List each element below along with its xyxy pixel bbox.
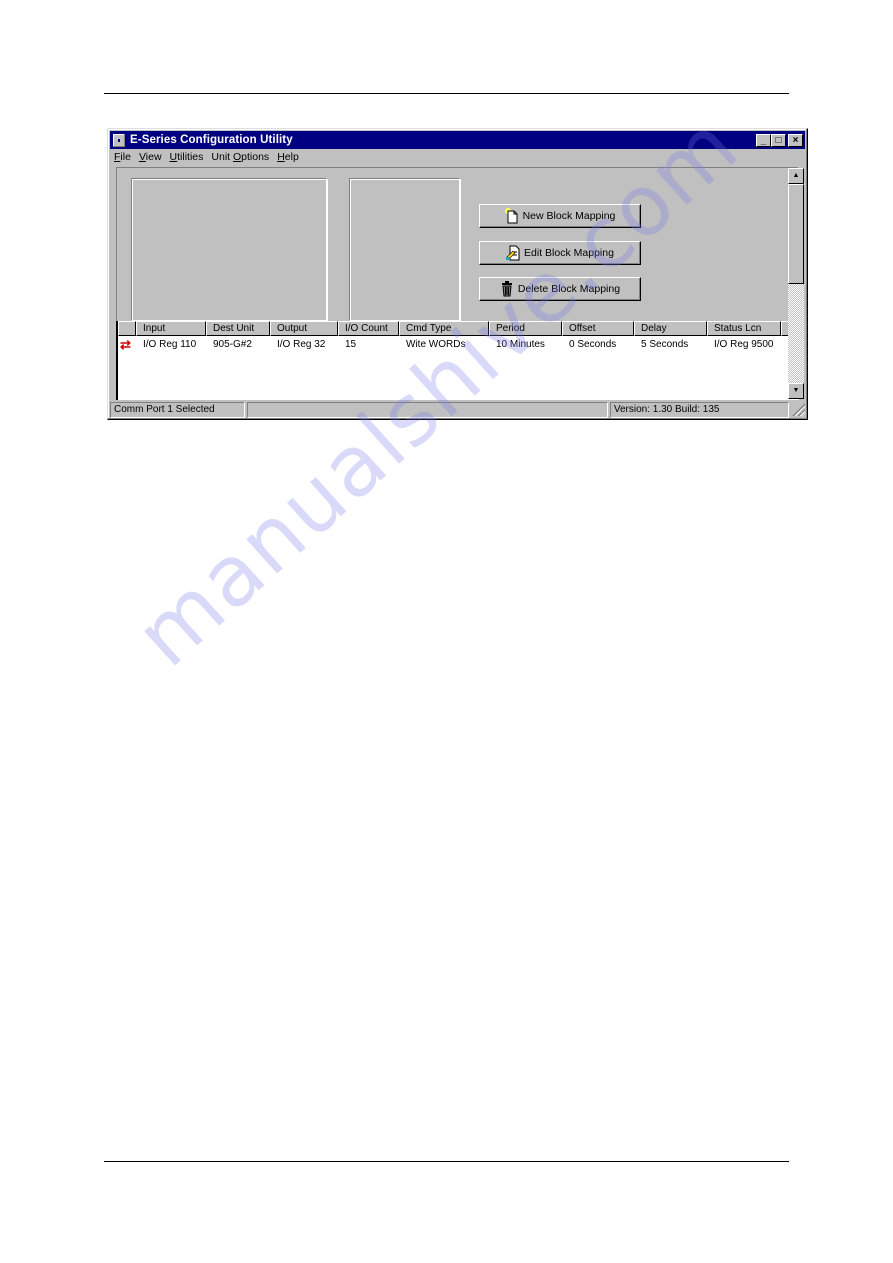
- column-header-status-lcn[interactable]: Status Lcn: [707, 321, 781, 336]
- page-footer-rule: [104, 1161, 789, 1162]
- column-header-period[interactable]: Period: [489, 321, 562, 336]
- maximize-icon: □: [775, 134, 782, 146]
- block-mapping-grid: Input Dest Unit Output I/O Count Cmd Typ…: [116, 321, 789, 400]
- table-row[interactable]: ⇄ I/O Reg 110 905-G#2 I/O Reg 32 15 Wite…: [118, 338, 781, 352]
- cell-cmd-type: Wite WORDs: [406, 339, 466, 350]
- arrow-down-icon: ▼: [792, 387, 800, 394]
- menu-file[interactable]: File: [114, 151, 131, 166]
- column-header-cmd-type[interactable]: Cmd Type: [399, 321, 489, 336]
- cell-io-count: 15: [345, 339, 357, 350]
- system-menu-icon[interactable]: [113, 133, 125, 147]
- column-header-delay[interactable]: Delay: [634, 321, 707, 336]
- cell-dest-unit: 905-G#2: [213, 339, 252, 350]
- page-header-rule: [104, 93, 789, 94]
- status-comm-port: Comm Port 1 Selected: [110, 402, 246, 418]
- delete-block-mapping-button[interactable]: Delete Block Mapping: [479, 277, 641, 301]
- column-header-offset[interactable]: Offset: [562, 321, 634, 336]
- new-document-icon: [504, 208, 518, 224]
- grid-header: Input Dest Unit Output I/O Count Cmd Typ…: [118, 321, 789, 336]
- minimize-button[interactable]: _: [756, 133, 771, 147]
- status-middle: [247, 402, 608, 418]
- column-header-io-count[interactable]: I/O Count: [338, 321, 399, 336]
- menu-unit-options[interactable]: Unit Options: [211, 151, 269, 166]
- trash-icon: [501, 281, 512, 297]
- edit-document-icon: [506, 245, 520, 261]
- info-panel-right: [349, 178, 460, 321]
- status-version: Version: 1.30 Build: 135: [609, 402, 790, 418]
- arrow-up-icon: ▲: [792, 172, 800, 179]
- vertical-scrollbar[interactable]: ▲ ▼: [788, 168, 804, 399]
- column-header-output[interactable]: Output: [270, 321, 338, 336]
- close-icon: ×: [792, 134, 799, 146]
- menu-utilities[interactable]: Utilities: [170, 151, 204, 166]
- delete-block-mapping-label: Delete Block Mapping: [517, 283, 621, 295]
- cell-delay: 5 Seconds: [641, 339, 689, 350]
- resize-grip-icon[interactable]: [791, 402, 805, 416]
- cell-period: 10 Minutes: [496, 339, 545, 350]
- status-bar: Comm Port 1 Selected Version: 1.30 Build…: [110, 402, 805, 418]
- minimize-icon: _: [760, 134, 767, 146]
- title-bar: E-Series Configuration Utility _ □ ×: [110, 131, 805, 149]
- window-title: E-Series Configuration Utility: [130, 134, 293, 146]
- info-panel-left: [131, 178, 327, 321]
- cell-offset: 0 Seconds: [569, 339, 617, 350]
- scroll-down-button[interactable]: ▼: [788, 383, 804, 399]
- menu-bar: File View Utilities Unit Options Help: [114, 151, 307, 166]
- scroll-thumb[interactable]: [788, 184, 804, 284]
- scroll-up-button[interactable]: ▲: [788, 168, 804, 184]
- column-header-dest-unit[interactable]: Dest Unit: [206, 321, 270, 336]
- new-block-mapping-label: New Block Mapping: [522, 210, 616, 222]
- column-header-icon[interactable]: [118, 321, 136, 336]
- menu-help[interactable]: Help: [277, 151, 299, 166]
- edit-block-mapping-label: Edit Block Mapping: [524, 247, 614, 259]
- cell-output: I/O Reg 32: [277, 339, 326, 350]
- close-button[interactable]: ×: [788, 133, 803, 147]
- column-header-input[interactable]: Input: [136, 321, 206, 336]
- new-block-mapping-button[interactable]: New Block Mapping: [479, 204, 641, 228]
- app-window: E-Series Configuration Utility _ □ × Fil…: [107, 128, 808, 420]
- transfer-arrows-icon: ⇄: [120, 337, 131, 352]
- cell-status-lcn: I/O Reg 9500: [714, 339, 774, 350]
- maximize-button[interactable]: □: [771, 133, 786, 147]
- cell-input: I/O Reg 110: [143, 339, 197, 350]
- menu-view[interactable]: View: [139, 151, 162, 166]
- edit-block-mapping-button[interactable]: Edit Block Mapping: [479, 241, 641, 265]
